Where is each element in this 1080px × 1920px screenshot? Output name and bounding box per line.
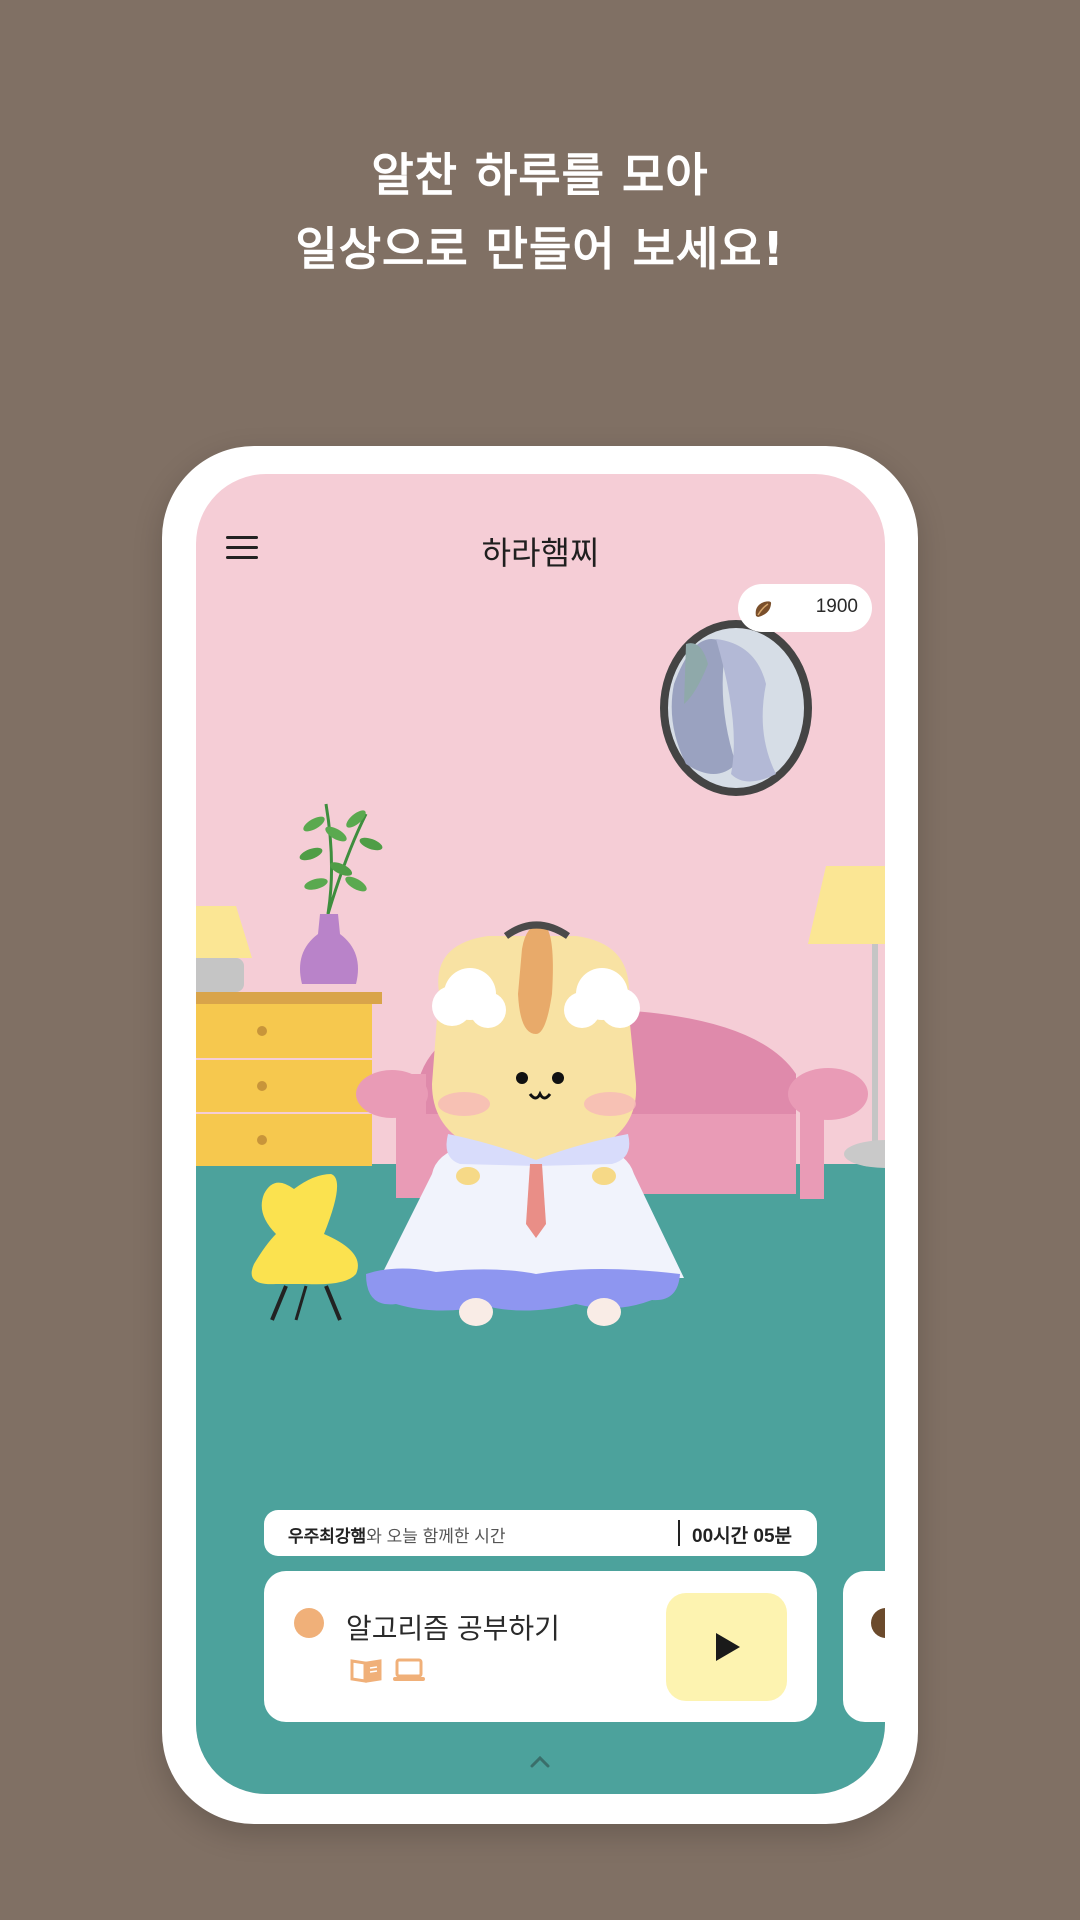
hamster-name: 우주최강햄 <box>288 1527 367 1546</box>
task-color-dot <box>871 1608 885 1638</box>
time-together-label: 우주최강햄와 오늘 함께한 시간 <box>288 1522 506 1547</box>
book-icon <box>350 1657 382 1687</box>
start-timer-button[interactable] <box>666 1593 787 1701</box>
app-logo: 하라햄찌 <box>481 534 600 572</box>
seed-balance[interactable]: 1900 <box>738 584 872 632</box>
play-icon <box>716 1633 740 1661</box>
dresser <box>196 992 382 1166</box>
task-color-dot <box>294 1608 324 1638</box>
time-together-value: 00시간 05분 <box>692 1526 792 1547</box>
time-together-bar: 우주최강햄와 오늘 함께한 시간 00시간 05분 <box>264 1510 817 1556</box>
headline-line-2: 일상으로 만들어 보세요! <box>295 222 785 276</box>
yellow-chair <box>251 1174 358 1321</box>
headline-line-1: 알찬 하루를 모아 <box>371 148 709 202</box>
laptop-icon <box>392 1657 426 1687</box>
app-screen: 하라햄찌 1900 우주최강햄와 오늘 함께한 시간 00시간 05분 알고리즘… <box>196 474 885 1794</box>
plant-vase <box>299 803 383 984</box>
time-together-suffix: 와 오늘 함께한 시간 <box>366 1527 506 1546</box>
divider <box>678 1520 680 1546</box>
next-task-card[interactable] <box>843 1571 885 1722</box>
chevron-up-icon[interactable] <box>528 1754 552 1774</box>
task-card[interactable]: 알고리즘 공부하기 <box>264 1571 817 1722</box>
wall-mirror <box>660 620 812 796</box>
left-lamp <box>196 906 252 992</box>
headline: 알찬 하루를 모아 일상으로 만들어 보세요! <box>0 138 1080 286</box>
seed-icon <box>752 598 774 624</box>
seed-count: 1900 <box>815 596 858 617</box>
phone-frame: 하라햄찌 1900 우주최강햄와 오늘 함께한 시간 00시간 05분 알고리즘… <box>162 446 918 1824</box>
task-title: 알고리즘 공부하기 <box>346 1613 560 1644</box>
